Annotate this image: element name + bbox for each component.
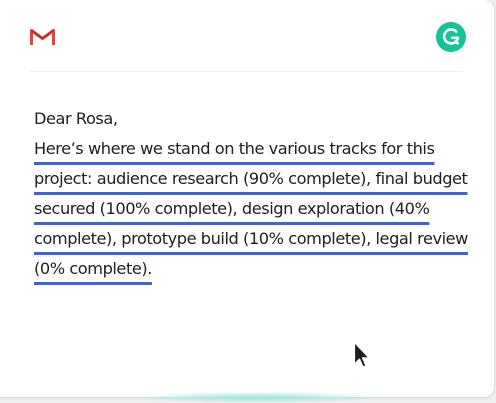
gmail-icon: [30, 28, 55, 46]
grammarly-icon[interactable]: [436, 22, 466, 52]
bottom-glow: [140, 392, 375, 403]
email-paragraph[interactable]: Here’s where we stand on the various tra…: [34, 139, 468, 278]
header-divider: [30, 71, 462, 72]
mouse-pointer-icon: [353, 341, 370, 368]
email-compose-card: Dear Rosa, Here’s where we stand on the …: [0, 0, 494, 397]
email-body[interactable]: Dear Rosa, Here’s where we stand on the …: [34, 104, 486, 284]
email-greeting: Dear Rosa,: [34, 109, 118, 128]
